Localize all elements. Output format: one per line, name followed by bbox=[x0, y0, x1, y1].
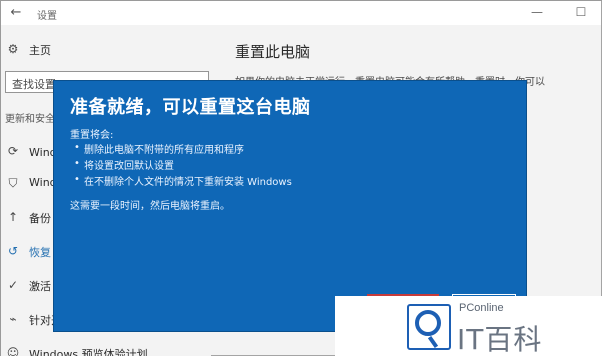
bullet-text: 删除此电脑不附带的所有应用和程序 bbox=[84, 145, 244, 156]
bullet-text: 将设置改回默认设置 bbox=[84, 161, 174, 172]
dialog-bullet-list: • 删除此电脑不附带的所有应用和程序 • 将设置改回默认设置 • 在不删除个人文… bbox=[70, 140, 510, 188]
dialog-note: 这需要一段时间，然后电脑将重启。 bbox=[70, 201, 230, 212]
dialog-intro: 重置将会: bbox=[70, 130, 114, 141]
bullet-icon: • bbox=[74, 174, 80, 185]
list-item: • 在不删除个人文件的情况下重新安装 Windows bbox=[70, 172, 510, 188]
bullet-icon: • bbox=[74, 142, 80, 153]
watermark-big: IT百科 bbox=[457, 323, 543, 356]
logo-circle bbox=[415, 310, 441, 336]
list-item: • 删除此电脑不附带的所有应用和程序 bbox=[70, 140, 510, 156]
pconline-logo-icon bbox=[407, 304, 451, 350]
bullet-icon: • bbox=[74, 158, 80, 169]
list-item: • 将设置改回默认设置 bbox=[70, 156, 510, 172]
bullet-text: 在不删除个人文件的情况下重新安装 Windows bbox=[84, 177, 292, 188]
reset-dialog: 准备就绪，可以重置这台电脑 重置将会: • 删除此电脑不附带的所有应用和程序 •… bbox=[53, 80, 527, 332]
dialog-title: 准备就绪，可以重置这台电脑 bbox=[70, 97, 311, 118]
logo-tail bbox=[427, 335, 439, 349]
watermark-small: PConline bbox=[459, 302, 504, 314]
watermark: PConline IT百科 bbox=[335, 296, 602, 356]
settings-window: ← 设置 — ☐ ⚙ 主页 查找设置 更新和安全 ⟳ Windows 更新 ⛉ … bbox=[0, 0, 602, 356]
